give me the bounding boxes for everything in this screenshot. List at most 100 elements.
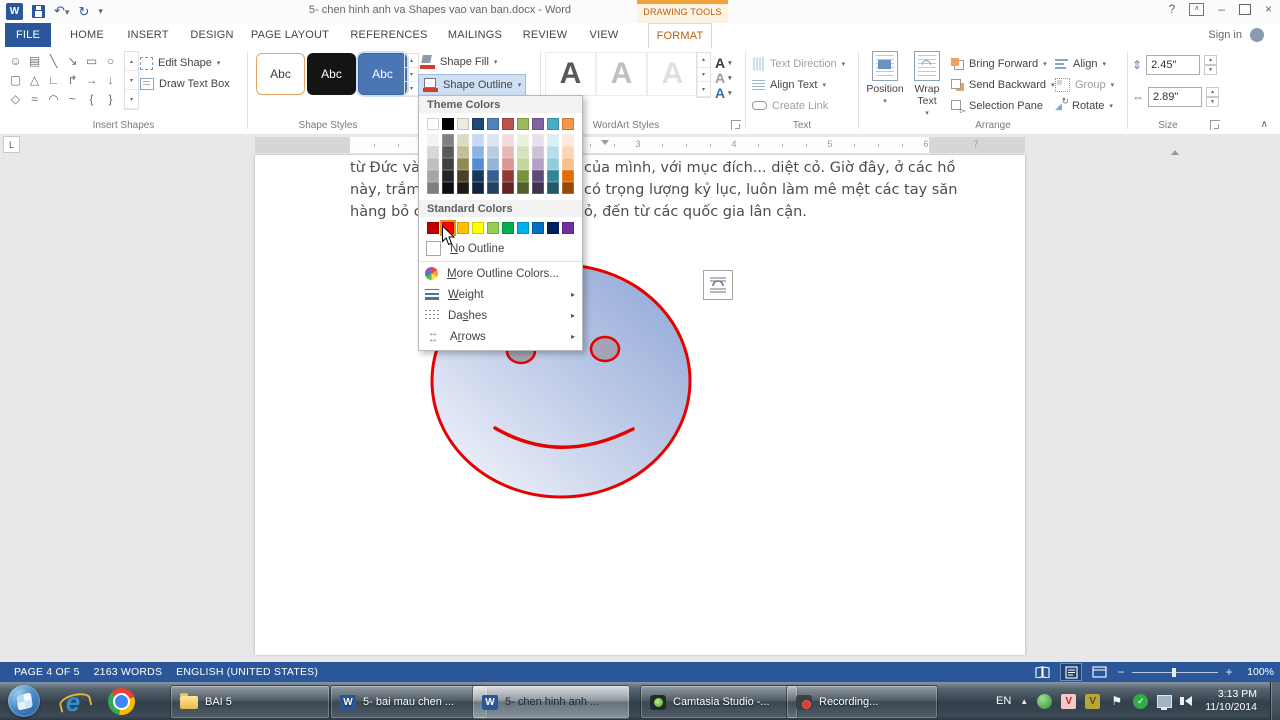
shape-tool-icon[interactable]: ~ (63, 89, 82, 108)
color-swatch[interactable] (547, 118, 559, 130)
zoom-out-button[interactable]: − (1116, 665, 1126, 679)
shape-fill-button[interactable]: Shape Fill ▾ (420, 52, 497, 72)
tint-swatch[interactable] (472, 146, 484, 158)
color-swatch[interactable] (547, 222, 559, 234)
shape-tool-icon[interactable]: ○ (101, 51, 120, 70)
taskbar-clock[interactable]: 3:13 PM 11/10/2014 (1205, 688, 1257, 714)
word-logo-icon[interactable]: W (6, 3, 23, 20)
align-text-button[interactable]: Align Text▾ (752, 75, 826, 94)
volume-tray-icon[interactable] (1181, 694, 1196, 709)
color-swatch[interactable] (532, 118, 544, 130)
taskbar-button-word-1[interactable]: W5- bai mau chen ... (330, 685, 488, 719)
close-button[interactable]: × (1265, 2, 1272, 16)
shape-style-thumbnail[interactable]: Abc (256, 53, 305, 95)
zoom-percentage[interactable]: 100% (1240, 666, 1274, 678)
send-backward-button[interactable]: Send Backward▾ (951, 75, 1055, 94)
tint-swatch[interactable] (472, 158, 484, 170)
tint-swatch[interactable] (487, 134, 499, 146)
chrome-icon[interactable] (108, 688, 135, 715)
web-layout-button[interactable] (1088, 663, 1110, 681)
tint-swatch[interactable] (532, 170, 544, 182)
shape-tool-icon[interactable]: ↱ (63, 70, 82, 89)
tint-swatch[interactable] (472, 182, 484, 194)
tint-swatch[interactable] (427, 146, 439, 158)
shape-outline-button[interactable]: Shape Outline ▾ (418, 74, 526, 96)
color-swatch[interactable] (487, 118, 499, 130)
tint-swatch[interactable] (427, 182, 439, 194)
ribbon-display-options-button[interactable]: ∧ (1189, 3, 1204, 16)
tab-mailings[interactable]: MAILINGS (444, 23, 506, 47)
tint-swatch[interactable] (562, 170, 574, 182)
start-button[interactable] (8, 685, 40, 717)
tint-swatch[interactable] (502, 170, 514, 182)
tint-swatch[interactable] (502, 146, 514, 158)
shape-tool-icon[interactable]: ▭ (82, 51, 101, 70)
idm-tray-icon[interactable] (1037, 694, 1052, 709)
taskbar-button-folder-0[interactable]: BAI 5 (170, 685, 330, 719)
tint-swatch[interactable] (547, 170, 559, 182)
word-count[interactable]: 2163 WORDS (94, 666, 163, 678)
shape-tool-icon[interactable]: → (82, 70, 101, 89)
tint-swatch[interactable] (502, 158, 514, 170)
tint-swatch[interactable] (427, 134, 439, 146)
menu-item-dashes[interactable]: Dashes▸ (419, 305, 582, 326)
tab-home[interactable]: HOME (63, 23, 111, 47)
align-button[interactable]: Align▾ (1055, 54, 1106, 73)
shape-tool-icon[interactable]: ▢ (6, 70, 25, 89)
tint-swatch[interactable] (547, 146, 559, 158)
print-layout-button[interactable] (1060, 663, 1082, 681)
color-swatch[interactable] (472, 222, 484, 234)
bring-forward-button[interactable]: Bring Forward▾ (951, 54, 1047, 73)
wrap-text-button[interactable]: Wrap Text ▾ (907, 51, 947, 127)
taskbar-button-camtasia-3[interactable]: Camtasia Studio -... (640, 685, 798, 719)
taskbar-button-recording-4[interactable]: Recording... (786, 685, 938, 719)
horizontal-ruler[interactable]: 1234567 (255, 137, 1025, 153)
tint-swatch[interactable] (457, 134, 469, 146)
shape-tool-icon[interactable]: ◠ (44, 89, 63, 108)
shape-tool-icon[interactable]: ≈ (25, 89, 44, 108)
page-indicator[interactable]: PAGE 4 OF 5 (14, 666, 80, 678)
tab-design[interactable]: DESIGN (186, 23, 238, 47)
color-swatch[interactable] (562, 118, 574, 130)
shape-style-thumbnail[interactable]: Abc (358, 53, 407, 95)
customize-qat-icon[interactable]: ▾ (98, 6, 103, 17)
shapes-gallery-scroll[interactable]: ▴▾▾ (124, 51, 139, 110)
menu-item-weight[interactable]: Weight▸ (419, 284, 582, 305)
shape-tool-icon[interactable]: ↓ (101, 70, 120, 89)
taskbar-button-word-2[interactable]: W5- chen hinh anh ... (472, 685, 630, 719)
tint-swatch[interactable] (427, 170, 439, 182)
shape-tool-icon[interactable]: ◇ (6, 89, 25, 108)
selection-pane-button[interactable]: Selection Pane (951, 96, 1043, 115)
tint-swatch[interactable] (547, 182, 559, 194)
tint-swatch[interactable] (442, 134, 454, 146)
height-spinner[interactable]: ▲▼ (1204, 55, 1217, 75)
tint-swatch[interactable] (517, 158, 529, 170)
collapse-ribbon-icon[interactable]: ∧ (1261, 119, 1268, 130)
menu-item-more-outline-colors[interactable]: More Outline Colors... (419, 261, 582, 284)
color-swatch[interactable] (517, 222, 529, 234)
tint-swatch[interactable] (442, 158, 454, 170)
antivirus-tray-icon[interactable]: ✓ (1133, 694, 1148, 709)
tint-swatch[interactable] (532, 146, 544, 158)
tab-stop-selector[interactable]: L (3, 136, 20, 153)
tint-swatch[interactable] (487, 158, 499, 170)
color-swatch[interactable] (532, 222, 544, 234)
tab-page-layout[interactable]: PAGE LAYOUT (248, 23, 332, 47)
redo-icon[interactable]: ↻ (78, 3, 89, 20)
rotate-button[interactable]: Rotate▾ (1055, 96, 1113, 115)
shape-tool-icon[interactable]: ∟ (44, 70, 63, 89)
position-button[interactable]: Position ▾ (865, 51, 905, 127)
tint-swatch[interactable] (457, 146, 469, 158)
color-swatch[interactable] (517, 118, 529, 130)
minimize-button[interactable]: – (1218, 2, 1225, 16)
tint-swatch[interactable] (472, 134, 484, 146)
tint-swatch[interactable] (517, 146, 529, 158)
tab-format[interactable]: FORMAT (648, 23, 712, 48)
zoom-slider[interactable] (1132, 672, 1218, 673)
action-center-flag-icon[interactable]: ⚑ (1109, 694, 1124, 709)
sign-in[interactable]: Sign in (1208, 28, 1264, 42)
shape-tool-icon[interactable]: } (101, 89, 120, 108)
tint-swatch[interactable] (517, 134, 529, 146)
save-icon[interactable] (32, 5, 45, 18)
tint-swatch[interactable] (502, 134, 514, 146)
